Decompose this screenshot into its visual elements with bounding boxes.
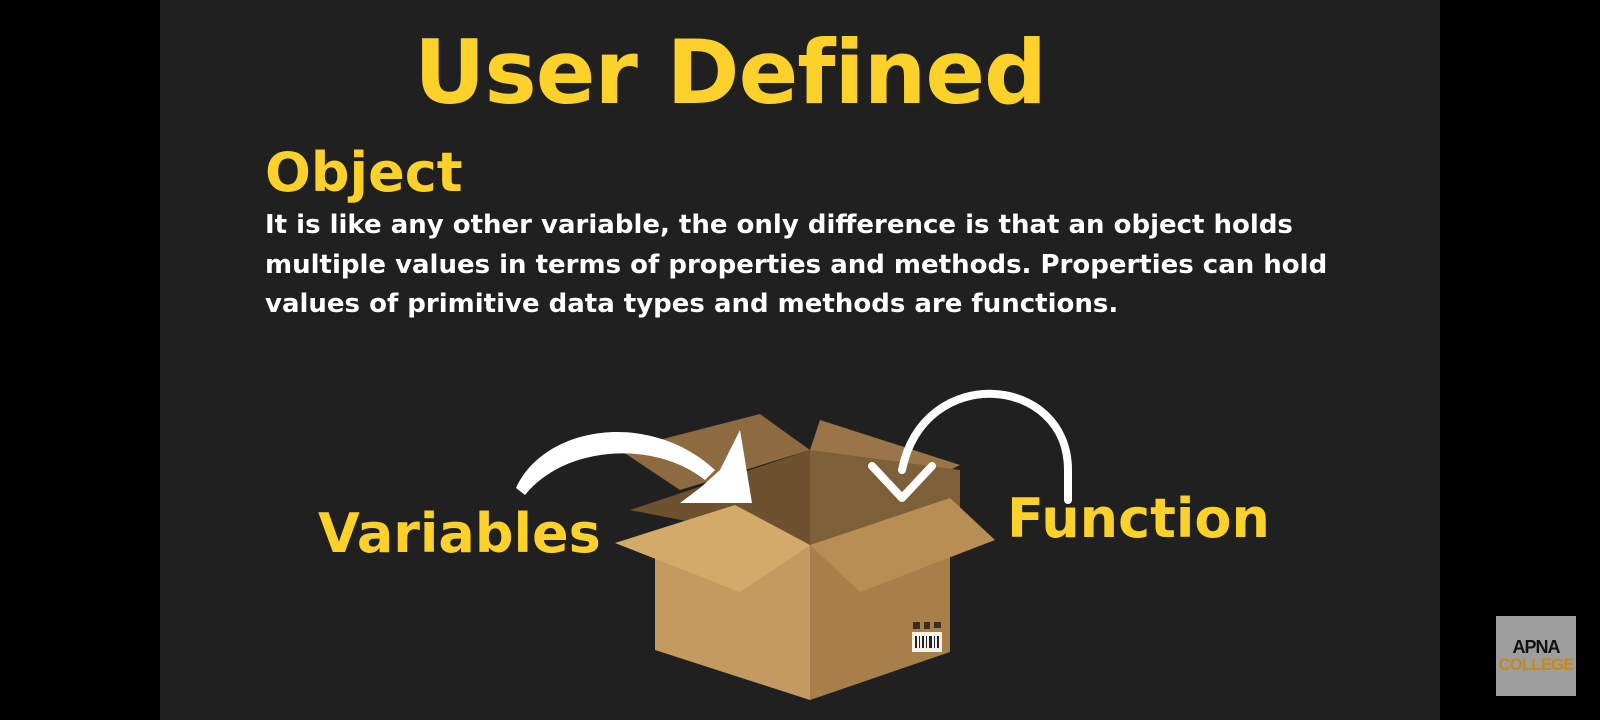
apna-college-logo: APNA COLLEGE — [1496, 616, 1576, 696]
logo-line-1: APNA — [1512, 637, 1560, 657]
variables-label: Variables — [318, 502, 601, 565]
object-illustration — [516, 389, 1072, 700]
video-frame: User Defined Object It is like any other… — [0, 0, 1600, 720]
logo-line-2: COLLEGE — [1498, 655, 1574, 674]
slide: User Defined Object It is like any other… — [160, 0, 1440, 720]
barcode-icon — [912, 622, 942, 652]
function-label: Function — [1007, 487, 1270, 550]
